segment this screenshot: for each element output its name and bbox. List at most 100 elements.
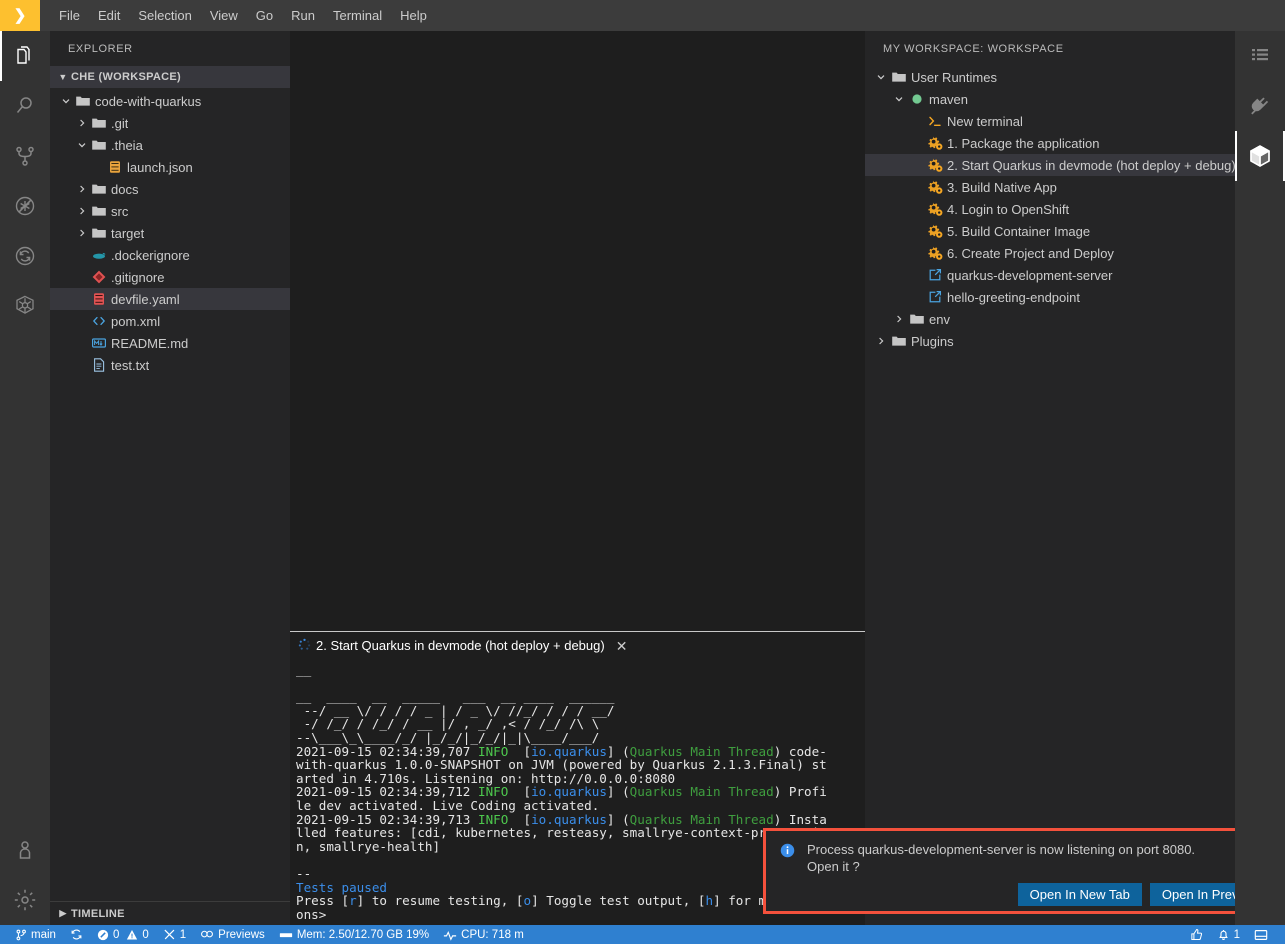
chevron-right-icon[interactable] [873,336,889,346]
status-sync[interactable] [63,925,90,944]
workspace-row-label: User Runtimes [911,69,997,85]
status-notifications[interactable]: 1 [1210,925,1247,944]
folder-icon [90,181,108,197]
docker-icon [90,247,108,263]
thumbs-up-icon [1190,928,1203,941]
chevron-down-icon[interactable] [58,96,74,106]
workspace-row-hello-greeting-endpoint[interactable]: hello-greeting-endpoint [865,286,1235,308]
menu-selection[interactable]: Selection [129,4,200,27]
explorer-sidebar: EXPLORER ▼ CHE (WORKSPACE) code-with-qua… [50,31,290,925]
file-tree-label: README.md [111,335,189,351]
status-branch[interactable]: main [8,925,63,944]
open-in-new-tab-button[interactable]: Open In New Tab [1017,883,1142,906]
workspace-row-2-start-quarkus-in-devmode-hot-deploy-debug-[interactable]: 2. Start Quarkus in devmode (hot deploy … [865,154,1236,176]
file-tree-row-readme-md[interactable]: README.md [50,332,290,354]
folder-icon [90,225,108,241]
menu-view[interactable]: View [201,4,247,27]
file-tree-label: launch.json [127,159,193,175]
menu-help[interactable]: Help [391,4,436,27]
file-tree-row--dockerignore[interactable]: .dockerignore [50,244,290,266]
activity-debug[interactable] [0,181,50,231]
workspace-row-6-create-project-and-deploy[interactable]: 6. Create Project and Deploy [865,242,1235,264]
file-tree-row-devfile-yaml[interactable]: devfile.yaml [50,288,290,310]
menu-edit[interactable]: Edit [89,4,129,27]
che-logo[interactable]: ❯ [0,0,40,31]
workspace-row-label: 1. Package the application [947,135,1100,151]
chevron-down-icon[interactable] [74,140,90,150]
menu-file[interactable]: File [50,4,89,27]
markdown-icon [90,335,108,351]
workspace-row-label: 4. Login to OpenShift [947,201,1070,217]
workspace-row-plugins[interactable]: Plugins [865,330,1235,352]
file-tree-label: target [111,225,145,241]
file-tree-row-src[interactable]: src [50,200,290,222]
terminal-text: __ [296,662,312,677]
activity-settings[interactable] [0,875,50,925]
chevron-right-icon[interactable] [74,184,90,194]
gears-icon [925,157,945,173]
workspace-panel-title: MY WORKSPACE: WORKSPACE [883,42,1064,55]
file-tree-row-docs[interactable]: docs [50,178,290,200]
activity-account[interactable] [0,825,50,875]
file-tree-row--theia[interactable]: .theia [50,134,290,156]
activity-source-control[interactable] [0,131,50,181]
status-feedback[interactable] [1183,925,1210,944]
menu-run[interactable]: Run [282,4,324,27]
chevron-right-icon[interactable] [74,118,90,128]
status-problems[interactable]: 0 0 [90,925,156,944]
workspace-row-new-terminal[interactable]: New terminal [865,110,1235,132]
activity-search[interactable] [0,81,50,131]
activity-sync[interactable] [0,231,50,281]
activity-kubernetes[interactable] [0,281,50,331]
file-tree-row-test-txt[interactable]: test.txt [50,354,290,376]
git-icon [90,269,108,285]
editor-area [290,31,865,631]
menu-go[interactable]: Go [247,4,282,27]
activity-plugins[interactable] [1235,81,1285,131]
activity-outline[interactable] [1235,31,1285,81]
workspace-row-env[interactable]: env [865,308,1235,330]
notification-toast: Process quarkus-development-server is no… [763,828,1285,914]
workspace-row-3-build-native-app[interactable]: 3. Build Native App [865,176,1235,198]
workspace-row-quarkus-development-server[interactable]: quarkus-development-server [865,264,1235,286]
plug-icon [1247,93,1273,119]
menu-item-list: File Edit Selection View Go Run Terminal… [40,0,436,31]
chevron-down-icon[interactable] [873,72,889,82]
file-tree-row-target[interactable]: target [50,222,290,244]
status-cpu[interactable]: CPU: 718 m [436,925,531,944]
status-tasks-count: 1 [179,928,187,941]
file-tree-row--gitignore[interactable]: .gitignore [50,266,290,288]
workspace-row-user-runtimes[interactable]: User Runtimes [865,66,1235,88]
workspace-row-4-login-to-openshift[interactable]: 4. Login to OpenShift [865,198,1235,220]
workspace-row-maven[interactable]: maven [865,88,1235,110]
file-tree-label: .dockerignore [111,247,190,263]
terminal-line: le dev activated. Live Coding activated. [296,799,859,813]
chevron-right-icon[interactable] [74,228,90,238]
status-memory[interactable]: Mem: 2.50/12.70 GB 19% [272,925,436,944]
chevron-right-icon[interactable] [74,206,90,216]
file-tree-row-launch-json[interactable]: launch.json [50,156,290,178]
explorer-section-che-workspace[interactable]: ▼ CHE (WORKSPACE) [50,66,290,88]
chevron-right-icon[interactable] [891,314,907,324]
workspace-row-5-build-container-image[interactable]: 5. Build Container Image [865,220,1235,242]
file-tree-row-pom-xml[interactable]: pom.xml [50,310,290,332]
status-previews[interactable]: Previews [193,925,272,944]
terminal-text: ] to resume testing, [ [356,893,524,909]
close-icon[interactable]: ✕ [616,639,628,653]
status-tasks[interactable]: 1 [156,925,193,944]
chevron-right-icon: ▶ [59,908,67,918]
activity-explorer[interactable] [0,31,50,81]
terminal-text: n, smallrye-health] [296,838,441,854]
workspace-row-label: New terminal [947,113,1023,129]
terminal-tab[interactable]: 2. Start Quarkus in devmode (hot deploy … [298,638,627,654]
file-tree-row--git[interactable]: .git [50,112,290,134]
activity-workspace[interactable] [1235,131,1285,181]
status-toggle-panel[interactable] [1247,925,1275,944]
timeline-section[interactable]: ▶ TIMELINE [50,901,290,925]
menu-terminal[interactable]: Terminal [324,4,391,27]
workspace-row-1-package-the-application[interactable]: 1. Package the application [865,132,1235,154]
terminal-line: arted in 4.710s. Listening on: http://0.… [296,771,859,786]
chevron-down-icon[interactable] [891,94,907,104]
file-tree-row-code-with-quarkus[interactable]: code-with-quarkus [50,90,290,112]
workspace-row-label: env [929,311,950,327]
